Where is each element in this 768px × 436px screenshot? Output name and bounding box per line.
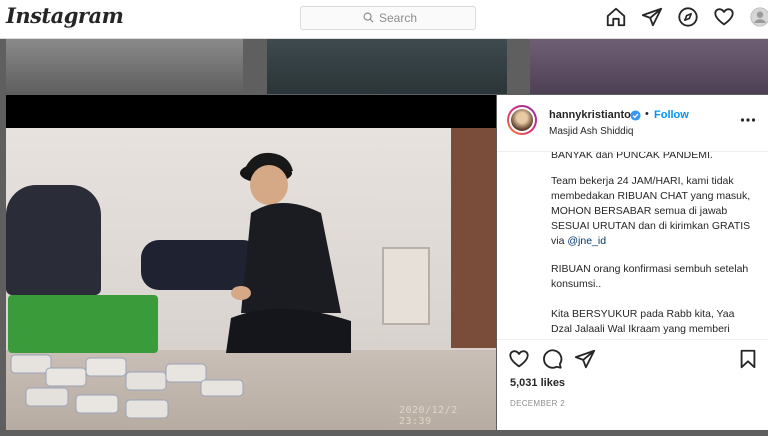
share-icon[interactable] <box>574 348 596 370</box>
post-caption: BANYAK dan PUNCAK PANDEMI. Team bekerja … <box>497 152 768 338</box>
caption-line: BANYAK dan PUNCAK PANDEMI. <box>551 152 713 161</box>
likes-count[interactable]: 5,031 likes <box>510 377 565 389</box>
feed-thumbnail <box>267 39 507 94</box>
photo-person <box>226 152 351 353</box>
photo-timestamp: 2020/12/2 23:39 <box>399 405 458 427</box>
search-icon <box>363 12 374 23</box>
search-box[interactable]: Search <box>300 6 476 30</box>
more-options-icon[interactable] <box>740 117 756 123</box>
separator-dot: • <box>645 108 649 120</box>
feed-thumbnail <box>6 39 243 94</box>
photo-basket <box>8 295 158 353</box>
photo-shelf <box>382 247 430 325</box>
like-heart-icon[interactable] <box>508 348 530 370</box>
location-link[interactable]: Masjid Ash Shiddiq <box>549 126 634 137</box>
photo-chair <box>6 185 101 295</box>
post-header: hannykristianto • Follow Masjid Ash Shid… <box>497 95 768 152</box>
home-icon[interactable] <box>605 6 629 30</box>
caption-paragraph: Kita BERSYUKUR pada Rabb kita, Yaa Dzal … <box>551 308 735 335</box>
save-bookmark-icon[interactable] <box>737 348 759 370</box>
feed-thumbnail <box>530 39 768 94</box>
post-side-panel: hannykristianto • Follow Masjid Ash Shid… <box>497 95 768 430</box>
post-date[interactable]: DECEMBER 2 <box>510 399 565 408</box>
post-actions: 5,031 likes DECEMBER 2 <box>497 339 768 436</box>
explore-icon[interactable] <box>677 6 701 30</box>
caption-paragraph: Team bekerja 24 JAM/HARI, kami tidak mem… <box>551 175 751 247</box>
search-placeholder: Search <box>379 11 418 25</box>
follow-button[interactable]: Follow <box>654 109 689 121</box>
top-nav: Instagram Search <box>0 0 768 39</box>
mention-link[interactable]: @jne_id <box>567 235 606 247</box>
comment-icon[interactable] <box>541 348 563 370</box>
username-link[interactable]: hannykristianto <box>549 109 631 121</box>
caption-paragraph: RIBUAN orang konfirmasi sembuh setelah k… <box>551 263 749 290</box>
heart-icon[interactable] <box>713 6 737 30</box>
user-avatar[interactable] <box>507 105 537 135</box>
direct-icon[interactable] <box>641 6 665 30</box>
post-photo[interactable]: 2020/12/2 23:39 <box>6 95 496 430</box>
photo-door <box>451 128 496 348</box>
profile-avatar[interactable] <box>749 6 768 30</box>
verified-badge-icon <box>630 110 641 121</box>
instagram-logo[interactable]: Instagram <box>6 3 124 28</box>
photo-packages <box>10 354 244 419</box>
